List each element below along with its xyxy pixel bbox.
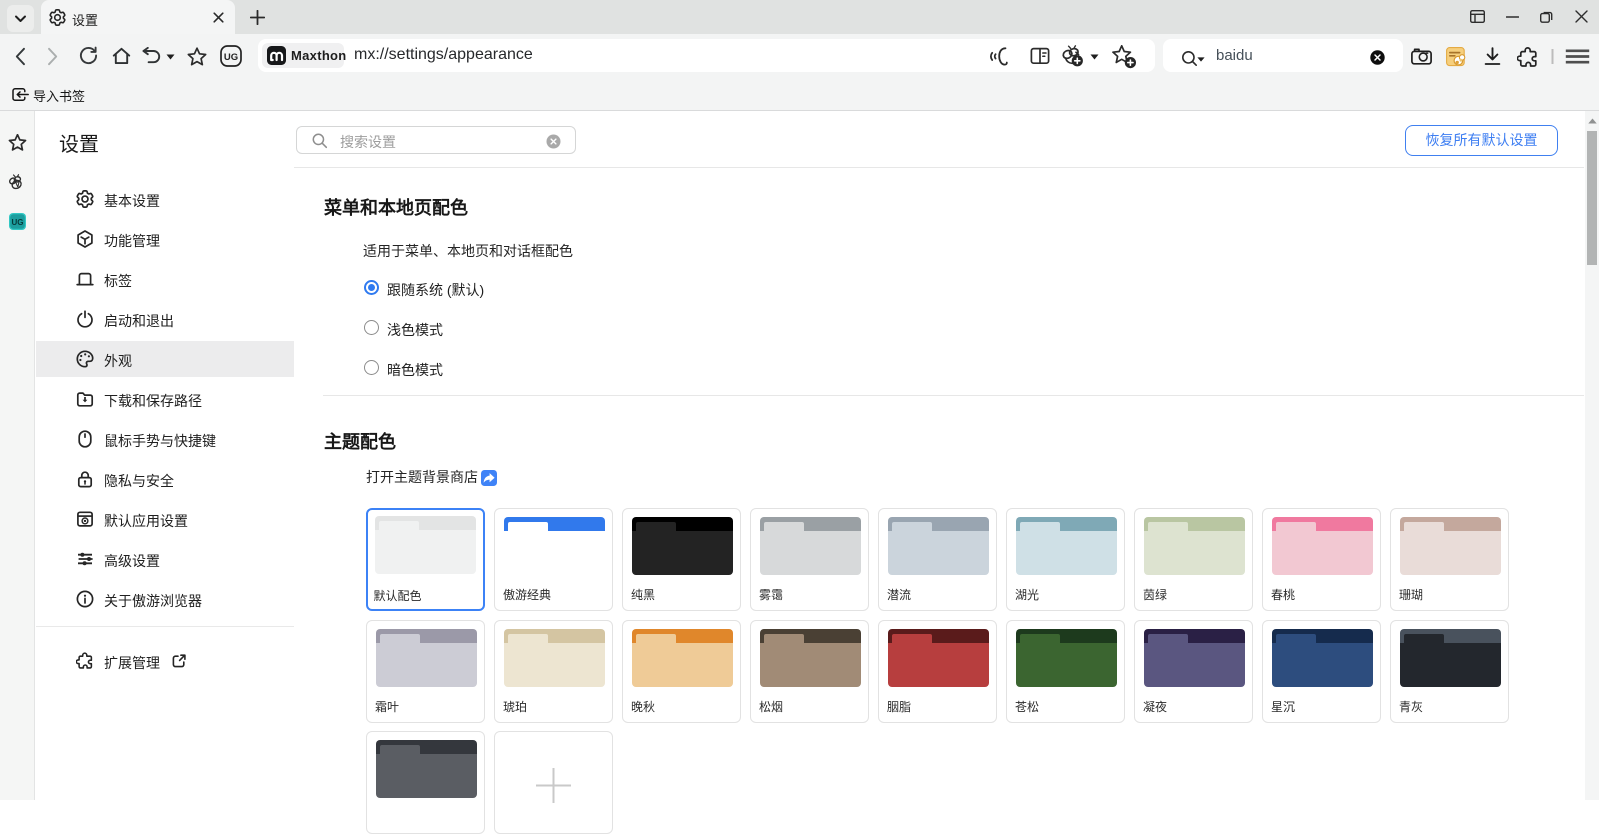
svg-text:UG: UG [12, 218, 24, 227]
svg-text:UG: UG [224, 52, 238, 63]
